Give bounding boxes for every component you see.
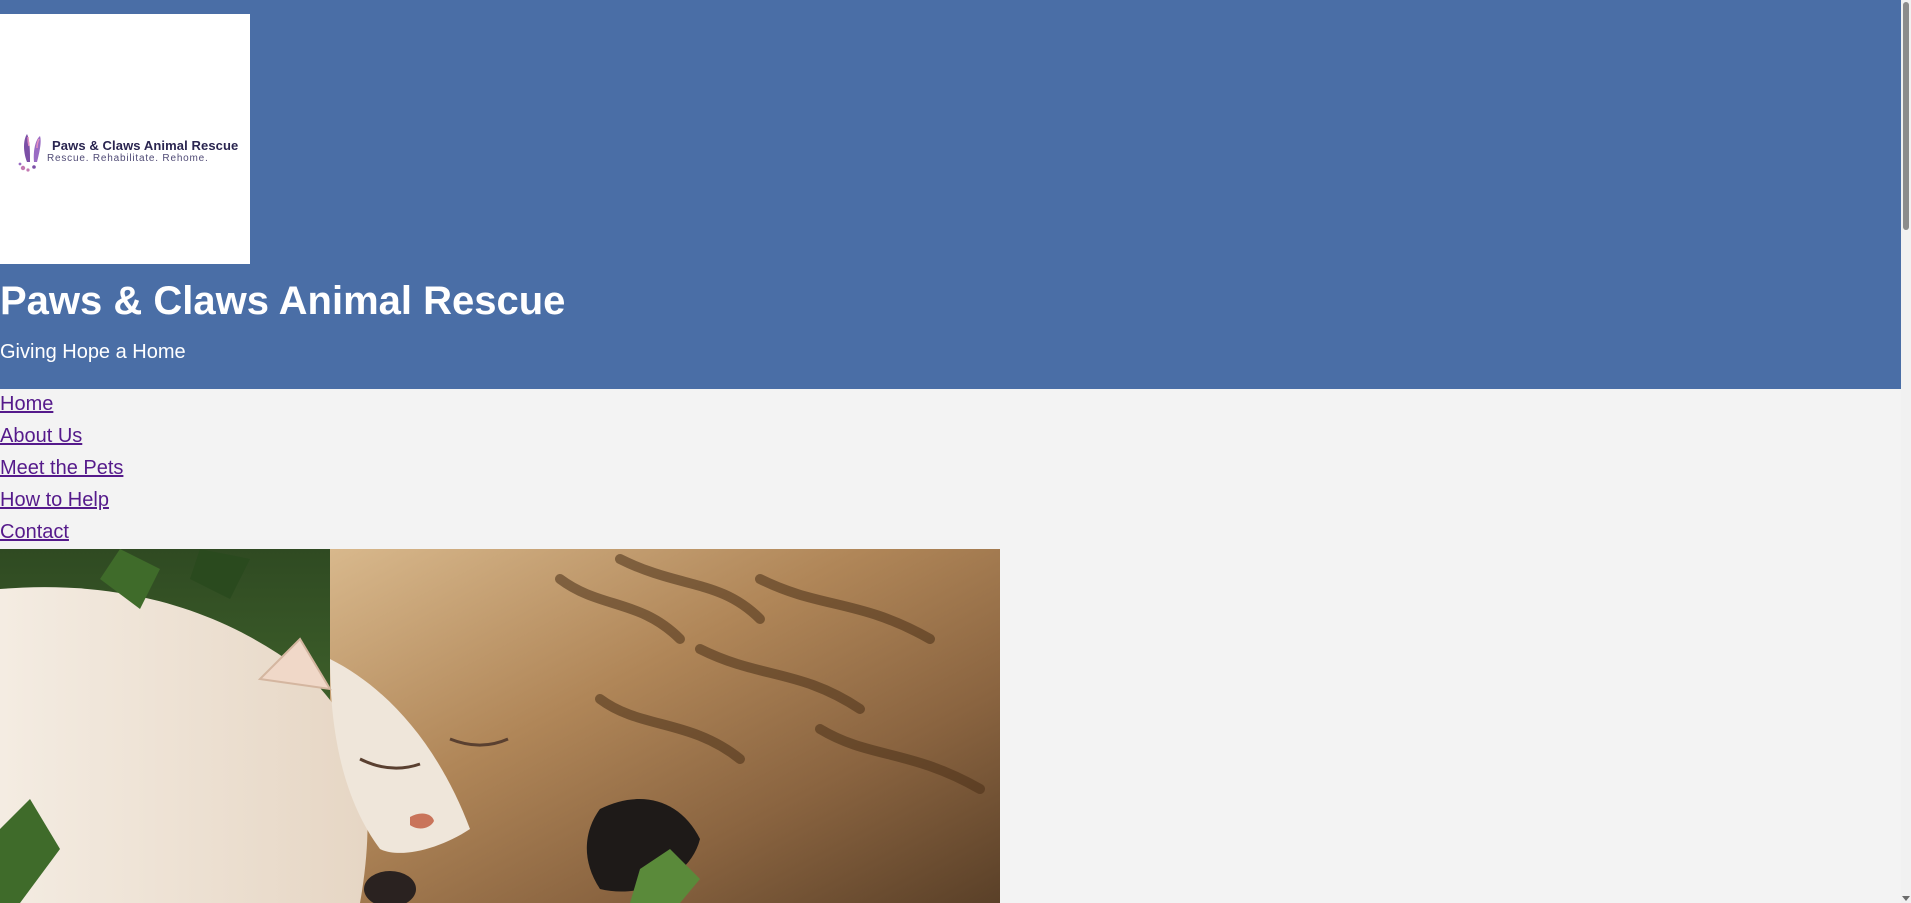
site-header: Paws & Claws Animal Rescue Rescue. Rehab… — [0, 0, 1901, 389]
nav-link-contact[interactable]: Contact — [0, 520, 300, 552]
main-nav: Home About Us Meet the Pets How to Help … — [0, 392, 300, 552]
nav-link-how-to-help[interactable]: How to Help — [0, 488, 300, 520]
logo-name: Paws & Claws Animal Rescue — [52, 138, 239, 153]
site-tagline: Giving Hope a Home — [0, 341, 186, 363]
hero-image — [0, 549, 1000, 903]
site-logo[interactable]: Paws & Claws Animal Rescue Rescue. Rehab… — [0, 14, 250, 264]
page: Paws & Claws Animal Rescue Rescue. Rehab… — [0, 0, 1911, 903]
nav-link-meet-the-pets[interactable]: Meet the Pets — [0, 456, 300, 488]
vertical-scrollbar[interactable] — [1901, 0, 1911, 903]
nav-link-home[interactable]: Home — [0, 392, 300, 424]
nav-link-about-us[interactable]: About Us — [0, 424, 300, 456]
cat-and-dog-photo — [0, 549, 1000, 903]
logo-tagline: Rescue. Rehabilitate. Rehome. — [47, 153, 209, 164]
bunny-ears-paw-icon — [18, 134, 41, 172]
scroll-down-arrow-icon[interactable] — [1902, 896, 1910, 901]
site-title: Paws & Claws Animal Rescue — [0, 279, 566, 323]
scrollbar-thumb[interactable] — [1903, 2, 1909, 230]
